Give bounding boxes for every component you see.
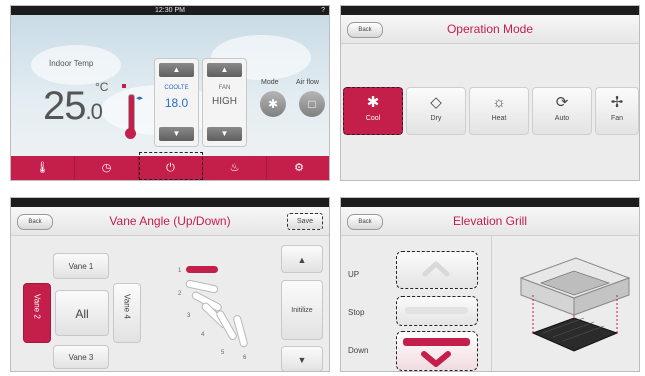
mode-label: Auto <box>554 115 570 122</box>
grill-up-label: UP <box>348 270 360 279</box>
page-title: Vane Angle (Up/Down) <box>109 214 231 228</box>
ceiling-cassette-illustration <box>519 257 631 352</box>
mode-cool-button[interactable]: ✱ Cool <box>343 87 403 135</box>
gear-icon: ⚙ <box>294 162 304 174</box>
setpoint-mode-label: COOLTE <box>164 85 189 91</box>
vane-down-button[interactable]: ▼ <box>281 346 323 371</box>
setpoint-value: 18.0 <box>164 96 189 110</box>
mode-label: Dry <box>430 115 442 122</box>
header-bar: Back Operation Mode <box>341 15 639 44</box>
mode-label: Mode <box>261 79 279 86</box>
thermometer-bulb-icon <box>125 128 136 139</box>
grill-down-button[interactable] <box>396 331 478 371</box>
indoor-temp-label: Indoor Temp <box>49 59 94 68</box>
temp-unit: °C <box>95 80 109 94</box>
operation-mode-panel: Back Operation Mode ✱ Cool ◇ Dry ☼ Heat … <box>340 5 640 181</box>
airflow-label: Air flow <box>296 79 319 86</box>
fan-up-button[interactable]: ▲ <box>207 63 242 77</box>
status-bar <box>341 6 639 15</box>
header-bar: Back Elevation Grill <box>341 207 639 236</box>
fan-value: HIGH <box>212 96 237 107</box>
mode-heat-button[interactable]: ☼ Heat <box>469 87 529 135</box>
setpoint-up-button[interactable]: ▲ <box>159 63 194 77</box>
chevron-up-icon <box>422 261 450 277</box>
vane-3-button[interactable]: Vane 3 <box>53 345 109 369</box>
vane-position-5[interactable] <box>216 310 238 341</box>
status-bar <box>341 198 639 207</box>
mode-dry-button[interactable]: ◇ Dry <box>406 87 466 135</box>
snowflake-icon: ✱ <box>366 94 380 111</box>
mode-label: Heat <box>491 115 507 122</box>
mode-auto-button[interactable]: ⟳ Auto <box>532 87 592 135</box>
vane-up-button[interactable]: ▲ <box>281 245 323 273</box>
vane-4-button[interactable]: Vane 4 <box>113 283 141 343</box>
clock-icon: ◷ <box>101 162 112 174</box>
divider <box>491 236 492 371</box>
grill-stop-label: Stop <box>348 308 365 317</box>
nav-timer-button[interactable]: ◷ <box>75 156 139 180</box>
square-icon: □ <box>308 97 316 111</box>
vane-position-6[interactable] <box>233 315 248 348</box>
setpoint-control: ▲ COOLTE 18.0 ▼ <box>154 58 199 147</box>
help-icon[interactable]: ? <box>321 6 325 15</box>
position-number: 6 <box>243 355 247 361</box>
temp-decimal: .0 <box>85 99 103 124</box>
vane-2-button[interactable]: Vane 2 <box>23 283 51 343</box>
temp-integer: 25 <box>43 84 86 128</box>
droplet-icon: ◇ <box>430 94 442 111</box>
chevron-down-icon <box>403 338 470 367</box>
nav-settings-button[interactable]: ⚙ <box>267 156 329 180</box>
position-number: 3 <box>187 313 191 319</box>
grill-down-label: Down <box>348 346 369 355</box>
snowflake-icon: ✱ <box>267 97 279 111</box>
auto-cycle-icon: ⟳ <box>555 94 569 111</box>
vane-4-label: Vane 4 <box>122 294 132 319</box>
vane-all-button[interactable]: All <box>55 290 109 336</box>
position-number: 4 <box>201 332 205 338</box>
fan-settings-icon: ♨ <box>229 162 240 174</box>
save-button[interactable]: Save <box>287 213 323 230</box>
stop-bar-icon <box>405 307 468 314</box>
mode-button[interactable]: ✱ <box>260 91 286 117</box>
nav-thermometer-lock-button[interactable]: 🌡 <box>11 156 75 180</box>
vane-position-2[interactable] <box>185 279 219 294</box>
fan-label: FAN <box>218 85 231 91</box>
indoor-temp-value: 25.0 <box>43 84 103 129</box>
page-title: Operation Mode <box>446 22 534 36</box>
vane-2-label: Vane 2 <box>32 294 42 319</box>
setpoint-marker-icon: ◂▸ <box>136 95 144 102</box>
initialize-button[interactable]: Initilize <box>281 280 323 340</box>
fan-icon: ✢ <box>610 94 624 111</box>
setpoint-down-button[interactable]: ▼ <box>159 127 194 141</box>
airflow-button[interactable]: □ <box>299 91 325 117</box>
clock: 12:30 PM <box>155 7 185 14</box>
page-title: Elevation Grill <box>452 214 528 228</box>
elevation-grill-panel: Back Elevation Grill UP Stop Down <box>340 197 640 372</box>
mode-label: Fan <box>610 115 624 122</box>
fan-control: ▲ FAN HIGH ▼ <box>202 58 247 147</box>
status-bar <box>11 198 329 207</box>
grill-stop-button[interactable] <box>396 296 478 326</box>
sun-icon: ☼ <box>492 94 506 111</box>
nav-fan-settings-button[interactable]: ♨ <box>203 156 267 180</box>
mode-fan-button[interactable]: ✢ Fan <box>595 87 639 135</box>
vane-position-selector <box>185 266 248 348</box>
fan-down-button[interactable]: ▼ <box>207 127 242 141</box>
position-number: 5 <box>221 350 225 356</box>
position-number: 1 <box>178 268 182 274</box>
mode-label: Cool <box>365 115 381 122</box>
bottom-nav: 🌡 ◷ ⏻ ♨ ⚙ <box>11 152 329 180</box>
header-bar: Back Vane Angle (Up/Down) Save <box>11 207 329 236</box>
current-temp-marker <box>122 84 126 88</box>
grill-up-button[interactable] <box>396 251 478 289</box>
vane-position-1[interactable] <box>186 266 218 273</box>
thermometer-lock-icon: 🌡 <box>35 162 50 174</box>
nav-selection-outline <box>139 152 203 180</box>
vane-1-button[interactable]: Vane 1 <box>53 253 109 279</box>
position-number: 2 <box>178 291 182 297</box>
vane-angle-panel: Back Vane Angle (Up/Down) Save Vane 1 Va… <box>10 197 330 372</box>
status-bar: 12:30 PM ? <box>11 6 329 15</box>
main-screen-panel: 12:30 PM ? Indoor Temp 25.0 °C ◂▸ ▲ COOL… <box>10 5 330 181</box>
